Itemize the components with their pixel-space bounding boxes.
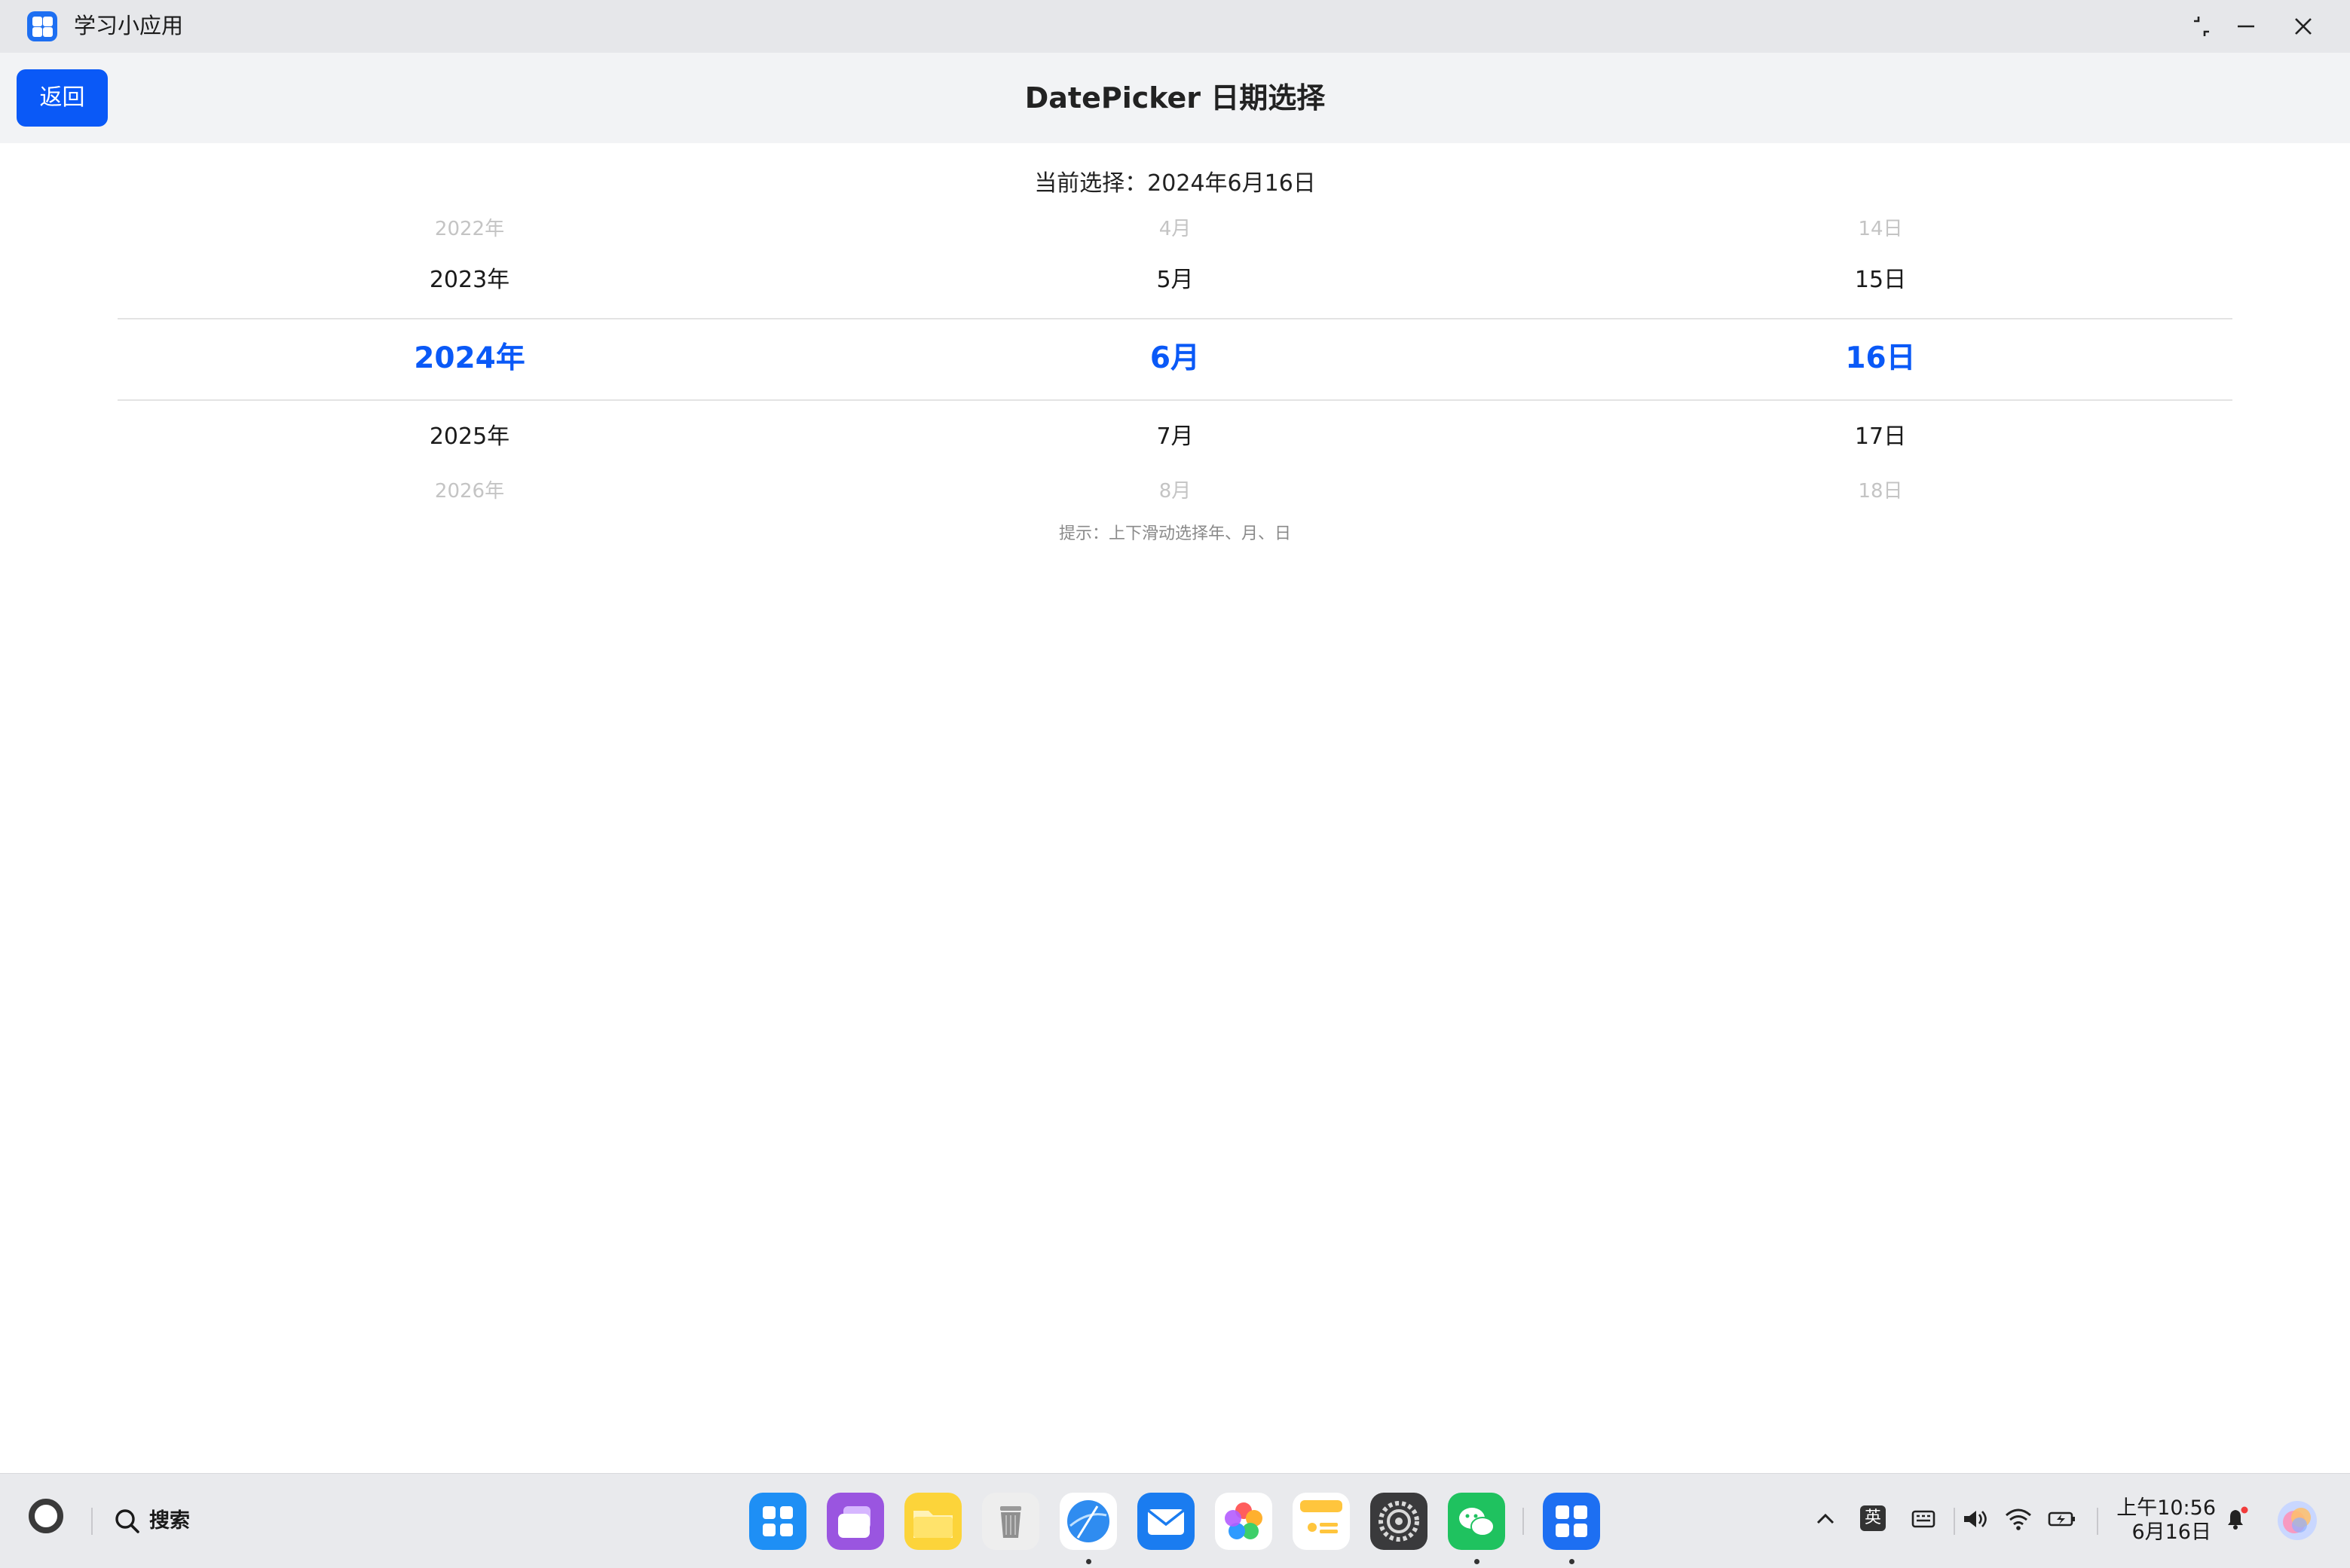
taskbar-divider xyxy=(91,1508,93,1535)
keyboard-icon[interactable] xyxy=(1907,1502,1940,1536)
back-button[interactable]: 返回 xyxy=(17,69,108,127)
search-label: 搜索 xyxy=(149,1509,190,1533)
mail-icon[interactable] xyxy=(1137,1493,1195,1550)
gallery-icon[interactable] xyxy=(1215,1493,1272,1550)
multitask-icon[interactable] xyxy=(827,1493,884,1550)
volume-icon[interactable] xyxy=(1958,1502,1991,1536)
browser-icon[interactable] xyxy=(1060,1493,1117,1550)
assistant-icon[interactable] xyxy=(2276,1499,2318,1542)
month-option[interactable]: 7月 xyxy=(911,420,1439,454)
clock-time[interactable]: 上午10:56 xyxy=(2095,1496,2216,1521)
search-icon xyxy=(115,1509,139,1533)
files-icon[interactable] xyxy=(904,1493,962,1550)
close-button[interactable] xyxy=(2286,9,2321,44)
running-indicator xyxy=(1474,1559,1479,1564)
year-option[interactable]: 2022年 xyxy=(206,214,733,244)
window-title: 学习小应用 xyxy=(74,13,184,38)
chevron-up-icon[interactable] xyxy=(1809,1502,1842,1536)
minimize-button[interactable] xyxy=(2229,9,2263,44)
year-selected[interactable]: 2024年 xyxy=(206,338,733,380)
minimize-icon xyxy=(2238,25,2254,28)
year-option[interactable]: 2025年 xyxy=(206,420,733,454)
year-column[interactable]: 2022年 2023年 2024年 2025年 2026年 xyxy=(206,211,733,505)
month-option[interactable]: 5月 xyxy=(911,264,1439,297)
month-option[interactable]: 8月 xyxy=(911,476,1439,505)
battery-icon[interactable] xyxy=(2046,1502,2079,1536)
year-option[interactable]: 2026年 xyxy=(206,476,733,505)
page-title: DatePicker 日期选择 xyxy=(1024,81,1326,115)
month-column[interactable]: 4月 5月 6月 7月 8月 xyxy=(911,211,1439,505)
month-selected[interactable]: 6月 xyxy=(911,338,1439,380)
notification-bell-icon[interactable] xyxy=(2219,1502,2252,1536)
wifi-icon[interactable] xyxy=(2002,1502,2035,1536)
trash-icon[interactable] xyxy=(982,1493,1039,1550)
launcher-icon[interactable] xyxy=(749,1493,806,1550)
running-indicator xyxy=(1569,1559,1574,1564)
day-option[interactable]: 15日 xyxy=(1617,264,2144,297)
settings-icon[interactable] xyxy=(1370,1493,1427,1550)
hint-text: 提示：上下滑动选择年、月、日 xyxy=(1058,524,1291,543)
study-app-icon[interactable] xyxy=(1543,1493,1600,1550)
current-selection-text: 当前选择：2024年6月16日 xyxy=(1034,170,1316,197)
day-option[interactable]: 14日 xyxy=(1617,214,2144,244)
tray-divider xyxy=(1954,1508,1955,1535)
restore-button[interactable] xyxy=(2184,9,2219,44)
notes-icon[interactable] xyxy=(1293,1493,1350,1550)
month-option[interactable]: 4月 xyxy=(911,214,1439,244)
wechat-icon[interactable] xyxy=(1448,1493,1505,1550)
day-column[interactable]: 14日 15日 16日 17日 18日 xyxy=(1617,211,2144,505)
ime-indicator[interactable]: 英 xyxy=(1860,1505,1886,1531)
dock-divider xyxy=(1522,1508,1524,1535)
day-selected[interactable]: 16日 xyxy=(1617,338,2144,380)
window-titlebar: 学习小应用 xyxy=(0,0,2350,53)
taskbar: 搜索 英 上午10:56 6月16日 xyxy=(0,1473,2350,1568)
running-indicator xyxy=(1086,1559,1091,1564)
page-header: DatePicker 日期选择 返回 xyxy=(0,53,2350,143)
app-icon xyxy=(27,11,57,41)
start-button[interactable] xyxy=(29,1499,63,1533)
day-option[interactable]: 18日 xyxy=(1617,476,2144,505)
close-icon xyxy=(2295,18,2312,35)
restore-icon xyxy=(2194,17,2209,36)
day-option[interactable]: 17日 xyxy=(1617,420,2144,454)
date-picker[interactable]: 2022年 2023年 2024年 2025年 2026年 4月 5月 6月 7… xyxy=(118,211,2232,505)
year-option[interactable]: 2023年 xyxy=(206,264,733,297)
clock-date[interactable]: 6月16日 xyxy=(2095,1521,2211,1545)
